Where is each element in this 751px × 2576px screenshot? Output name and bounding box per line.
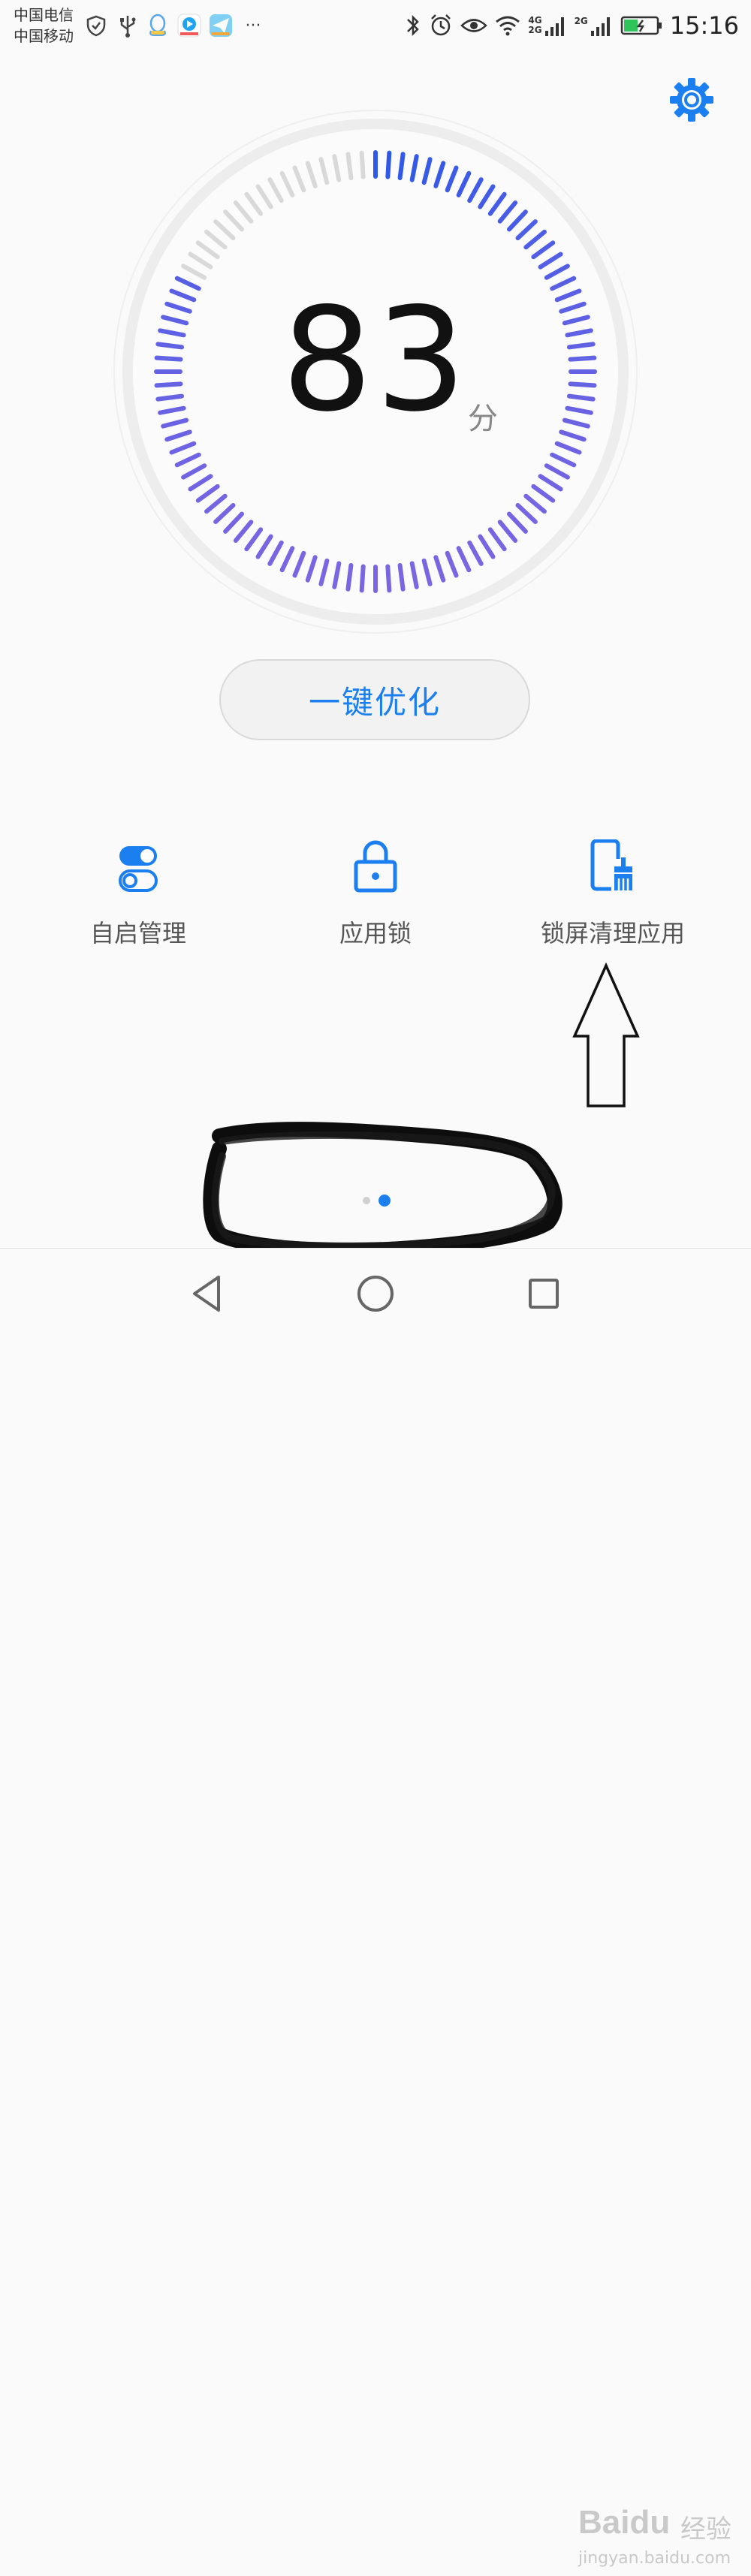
wifi-icon	[496, 16, 520, 36]
signal-4g-2g: 4G 2G	[528, 14, 566, 37]
gauge-tick-inactive	[345, 152, 354, 181]
network-type-2: 2G	[528, 25, 542, 35]
system-status-icons: 4G 2G 2G 15:16	[405, 9, 739, 42]
recents-button[interactable]	[521, 1271, 566, 1316]
gauge-tick-active	[385, 564, 392, 593]
watermark-logo: Baidu	[578, 2504, 671, 2541]
signal-2g: 2G	[575, 14, 613, 37]
back-triangle-icon	[193, 1276, 220, 1312]
back-button[interactable]	[185, 1271, 231, 1316]
phone-broom-icon	[590, 839, 632, 891]
recents-square-icon	[529, 1279, 559, 1309]
page-dot	[363, 1197, 370, 1204]
video-app-icon	[176, 12, 203, 39]
gauge-tick-active	[385, 150, 392, 179]
feature-app-lock[interactable]: 应用锁	[263, 826, 488, 949]
home-button[interactable]	[353, 1271, 398, 1316]
more-notifications-icon: ···	[245, 16, 261, 35]
carrier-labels: 中国电信 中国移动	[14, 5, 74, 47]
score-unit: 分	[468, 402, 498, 436]
gauge-tick-active	[397, 562, 406, 592]
feature-lockscreen-cleanup[interactable]: 锁屏清理应用	[500, 826, 725, 949]
carrier-2: 中国移动	[14, 27, 74, 45]
signal-bars-icon	[590, 17, 610, 36]
gauge-tick-active	[359, 564, 366, 593]
alarm-icon	[431, 14, 451, 36]
feature-label: 应用锁	[339, 919, 412, 948]
baidu-watermark: Baidu 经验 jingyan.baidu.com	[578, 2504, 736, 2576]
toggle-switches-icon	[119, 846, 158, 892]
clock: 15:16	[669, 11, 739, 40]
watermark-url: jingyan.baidu.com	[578, 2549, 731, 2568]
score-value: 83	[282, 277, 469, 443]
settings-button[interactable]	[667, 75, 716, 125]
gauge-tick-inactive	[359, 150, 366, 179]
battery-charging-icon	[620, 16, 662, 35]
qq-notification-icon	[144, 12, 171, 39]
feature-startup-manager[interactable]: 自启管理	[26, 826, 251, 949]
carrier-1: 中国电信	[14, 6, 74, 24]
padlock-icon	[354, 840, 397, 893]
plane-app-icon	[207, 12, 234, 39]
usb-icon	[114, 12, 141, 39]
shield-icon	[83, 12, 110, 39]
signal-bars-icon	[544, 17, 564, 36]
navigation-bar: Baidu 经验 jingyan.baidu.com	[0, 1248, 751, 2568]
gauge-tick-active	[345, 562, 354, 592]
annotation-arrow	[572, 962, 640, 1107]
watermark-cn: 经验	[680, 2514, 731, 2544]
network-type-3: 2G	[574, 16, 588, 26]
page-indicator	[363, 1195, 391, 1207]
page-dot-active	[379, 1195, 391, 1207]
home-circle-icon	[357, 1276, 394, 1312]
score-display: 83 分	[0, 289, 751, 437]
bluetooth-icon	[407, 14, 420, 37]
annotation-scribble-ellipse	[203, 1122, 562, 1258]
gauge-tick-active	[397, 152, 406, 181]
eye-comfort-icon	[460, 19, 488, 32]
feature-label: 自启管理	[89, 919, 186, 948]
gear-icon	[670, 78, 713, 122]
feature-label: 锁屏清理应用	[540, 919, 685, 948]
status-bar: 中国电信 中国移动 ··· 4G 2G 2G 15:16	[0, 0, 751, 53]
optimize-button[interactable]: 一键优化	[219, 659, 530, 740]
